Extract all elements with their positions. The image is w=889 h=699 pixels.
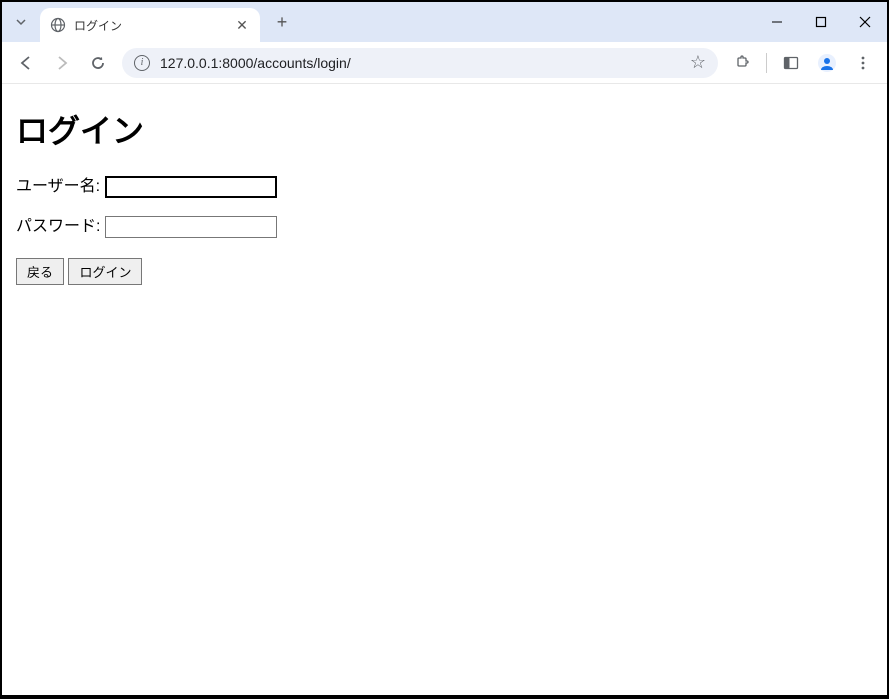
maximize-button[interactable] <box>799 3 843 41</box>
password-input[interactable] <box>105 216 277 238</box>
url-text: 127.0.0.1:8000/accounts/login/ <box>160 55 680 71</box>
tab-title: ログイン <box>74 17 226 34</box>
window-controls <box>755 3 887 41</box>
reload-button[interactable] <box>82 47 114 79</box>
globe-icon <box>50 17 66 33</box>
side-panel-icon[interactable] <box>775 47 807 79</box>
bookmark-star-icon[interactable]: ☆ <box>690 52 706 73</box>
url-box[interactable]: i 127.0.0.1:8000/accounts/login/ ☆ <box>122 48 718 78</box>
back-button[interactable] <box>10 47 42 79</box>
toolbar-divider <box>766 53 767 73</box>
back-form-button[interactable]: 戻る <box>16 258 64 285</box>
address-bar: i 127.0.0.1:8000/accounts/login/ ☆ <box>2 42 887 84</box>
password-row: パスワード: <box>16 212 873 238</box>
close-tab-button[interactable]: ✕ <box>234 17 250 34</box>
browser-window: ログイン ✕ + i 127.0.0.1:8000/ <box>2 2 887 695</box>
extensions-icon[interactable] <box>726 47 758 79</box>
login-button[interactable]: ログイン <box>68 258 142 285</box>
username-input[interactable] <box>105 176 277 198</box>
site-info-icon[interactable]: i <box>134 55 150 71</box>
page-heading: ログイン <box>16 106 873 152</box>
button-row: 戻る ログイン <box>16 258 873 285</box>
titlebar: ログイン ✕ + <box>2 2 887 42</box>
username-row: ユーザー名: <box>16 172 873 198</box>
close-window-button[interactable] <box>843 3 887 41</box>
tab-search-dropdown[interactable] <box>2 3 40 41</box>
minimize-button[interactable] <box>755 3 799 41</box>
new-tab-button[interactable]: + <box>268 8 296 36</box>
password-label: パスワード: <box>16 218 100 235</box>
forward-button[interactable] <box>46 47 78 79</box>
username-label: ユーザー名: <box>16 178 100 195</box>
menu-icon[interactable] <box>847 47 879 79</box>
profile-icon[interactable] <box>811 47 843 79</box>
page-content: ログイン ユーザー名: パスワード: 戻る ログイン <box>2 84 887 695</box>
browser-tab[interactable]: ログイン ✕ <box>40 8 260 42</box>
